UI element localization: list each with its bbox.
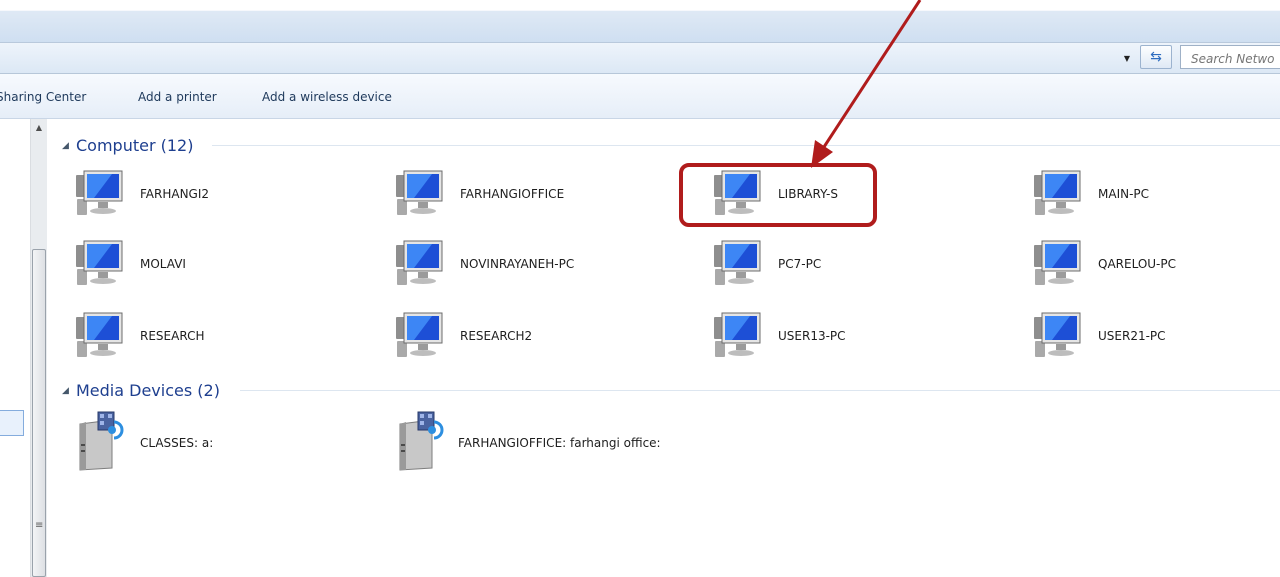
refresh-button[interactable]: ⇆ [1140,45,1172,69]
group-divider [240,390,1280,391]
sharing-center-button[interactable]: Sharing Center [0,90,86,104]
computer-label: USER21-PC [1098,329,1166,343]
computer-item[interactable]: MOLAVI [72,236,186,292]
search-input[interactable] [1180,45,1280,69]
collapse-triangle-icon[interactable]: ◢ [62,386,76,396]
media-device-item[interactable]: FARHANGIOFFICE: farhangi office: [392,410,661,474]
computer-item[interactable]: RESEARCH2 [392,308,532,364]
computer-monitor-icon [1030,165,1086,224]
computer-label: FARHANGI2 [140,187,210,201]
group-label: Computer (12) [76,136,194,155]
computer-monitor-icon [392,235,448,294]
computer-label: MOLAVI [140,257,186,271]
computer-item[interactable]: PC7-PC [710,236,821,292]
computer-item[interactable]: NOVINRAYANEH-PC [392,236,574,292]
computer-monitor-icon [72,165,128,224]
chevron-down-icon: ▼ [1123,53,1131,63]
refresh-icon: ⇆ [1150,49,1162,65]
computer-item[interactable]: QARELOU-PC [1030,236,1176,292]
computer-label: NOVINRAYANEH-PC [460,257,575,271]
annotation-highlight-box [679,163,877,227]
computer-item[interactable]: MAIN-PC [1030,166,1149,222]
computer-label: RESEARCH2 [460,329,533,343]
computer-item[interactable]: USER21-PC [1030,308,1166,364]
nav-pane-scrollbar[interactable]: ▲ ≡ [30,119,47,577]
media-device-label: CLASSES: a: [140,436,214,450]
computer-label: PC7-PC [778,257,822,271]
add-printer-button[interactable]: Add a printer [138,90,217,104]
computer-monitor-icon [1030,307,1086,366]
group-divider [212,145,1280,146]
computer-monitor-icon [392,307,448,366]
computer-label: FARHANGIOFFICE [460,187,565,201]
computer-monitor-icon [72,235,128,294]
media-server-icon [72,410,132,477]
computer-item[interactable]: FARHANGIOFFICE [392,166,564,222]
computer-item[interactable]: FARHANGI2 [72,166,209,222]
group-header-computer[interactable]: ◢ Computer (12) [62,136,193,155]
computer-monitor-icon [392,165,448,224]
computer-label: USER13-PC [778,329,846,343]
media-device-item[interactable]: CLASSES: a: [72,410,213,474]
media-device-label: FARHANGIOFFICE: farhangi office: [458,436,661,450]
window-title-bar [0,0,1280,43]
media-server-icon [392,410,452,477]
computer-label: QARELOU-PC [1098,257,1177,271]
computer-monitor-icon [710,235,766,294]
computer-label: RESEARCH [140,329,205,343]
collapse-triangle-icon[interactable]: ◢ [62,141,76,151]
computer-label: MAIN-PC [1098,187,1150,201]
navigation-pane-selected-item[interactable] [0,410,24,436]
computer-item[interactable]: USER13-PC [710,308,846,364]
scroll-grip-icon: ≡ [35,520,44,531]
scrollbar-thumb[interactable]: ≡ [32,249,46,577]
navigation-pane [0,119,30,577]
computer-monitor-icon [1030,235,1086,294]
address-bar [0,43,1280,74]
group-label: Media Devices (2) [76,381,220,400]
address-history-dropdown[interactable]: ▼ [1118,48,1136,68]
computer-monitor-icon [72,307,128,366]
computer-item[interactable]: RESEARCH [72,308,204,364]
computer-monitor-icon [710,307,766,366]
group-header-media-devices[interactable]: ◢ Media Devices (2) [62,381,220,400]
add-wireless-device-button[interactable]: Add a wireless device [262,90,392,104]
scroll-up-arrow-icon[interactable]: ▲ [31,123,47,132]
